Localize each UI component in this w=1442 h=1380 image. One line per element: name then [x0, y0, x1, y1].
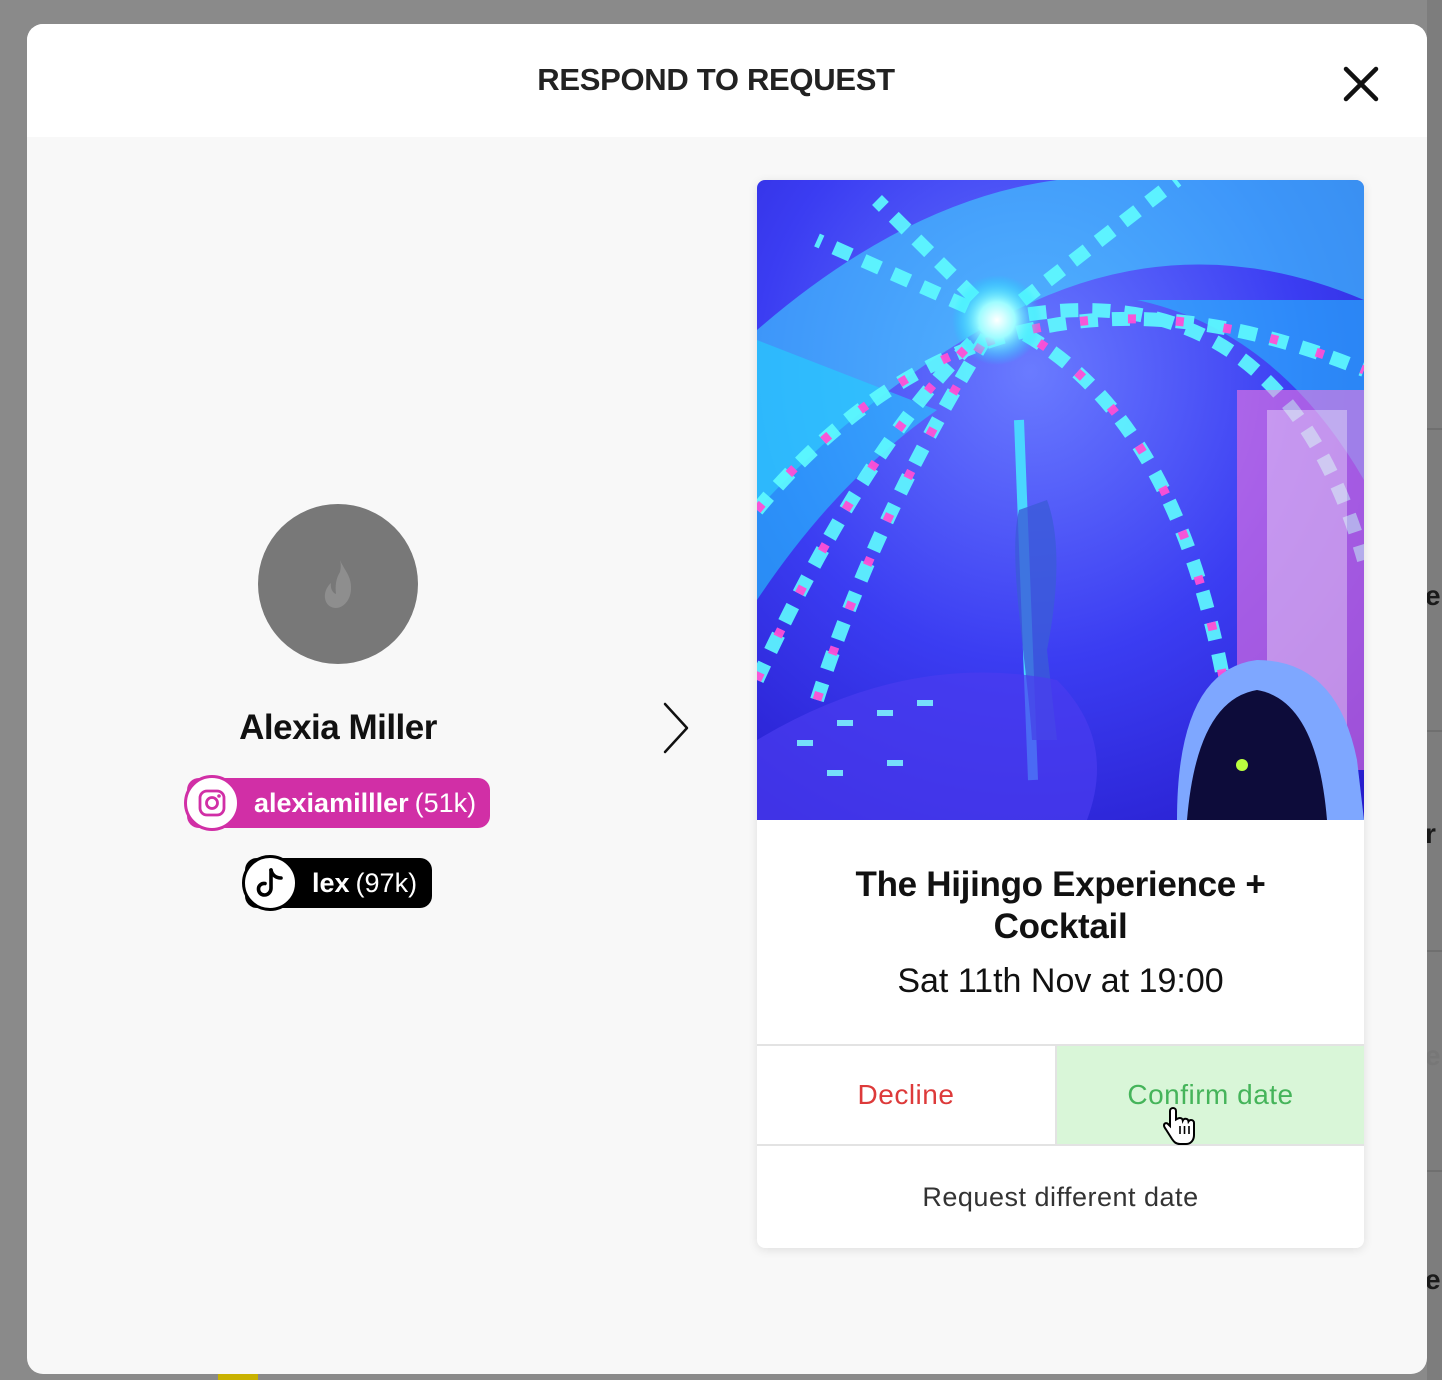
influencer-profile: Alexia Miller: [27, 504, 649, 748]
event-card: The Hijingo Experience + Cocktail Sat 11…: [757, 180, 1364, 1248]
instagram-handle: alexiamilller: [254, 787, 409, 818]
tiktok-badge[interactable]: lex (97k): [242, 855, 432, 911]
instagram-icon: [198, 789, 226, 817]
event-image: [757, 180, 1364, 820]
tiktok-handle: lex: [312, 867, 350, 898]
instagram-follower-count: (51k): [414, 787, 477, 818]
influencer-name: Alexia Miller: [239, 708, 437, 747]
backdrop-divider: [1427, 730, 1442, 732]
tiktok-icon-wrapper: [242, 855, 298, 911]
backdrop-text: e: [1425, 580, 1441, 611]
next-button[interactable]: [659, 700, 695, 756]
chevron-right-icon: [663, 702, 689, 754]
modal-title: RESPOND TO REQUEST: [537, 62, 895, 97]
tiktok-follower-count: (97k): [355, 867, 418, 898]
decline-button[interactable]: Decline: [757, 1046, 1057, 1144]
instagram-icon-wrapper: [184, 775, 240, 831]
backdrop-accent: [218, 1374, 258, 1380]
hand-cursor-icon: [1163, 1106, 1195, 1145]
avatar: [258, 504, 418, 664]
close-button[interactable]: [1341, 64, 1381, 104]
backdrop-divider: [1427, 950, 1442, 952]
event-photo: [757, 180, 1364, 820]
event-date: Sat 11th Nov at 19:00: [897, 962, 1224, 1000]
backdrop-page: e r e e: [1425, 0, 1442, 1380]
tiktok-icon: [256, 868, 283, 897]
event-title: The Hijingo Experience + Cocktail: [855, 865, 1266, 946]
respond-request-modal: RESPOND TO REQUEST Alexia Miller alexiam…: [27, 24, 1427, 1374]
instagram-badge[interactable]: alexiamilller (51k): [184, 775, 490, 831]
request-different-date-button[interactable]: Request different date: [757, 1146, 1364, 1248]
action-row: Decline Confirm date: [757, 1044, 1364, 1146]
backdrop-divider: [1427, 428, 1442, 430]
backdrop-text: e: [1425, 1264, 1441, 1295]
confirm-date-button[interactable]: Confirm date: [1057, 1046, 1364, 1144]
close-icon: [1343, 66, 1379, 102]
backdrop-text: e: [1425, 1040, 1441, 1071]
backdrop-divider: [1427, 1170, 1442, 1172]
modal-header: RESPOND TO REQUEST: [27, 24, 1427, 137]
flame-icon: [324, 560, 352, 608]
